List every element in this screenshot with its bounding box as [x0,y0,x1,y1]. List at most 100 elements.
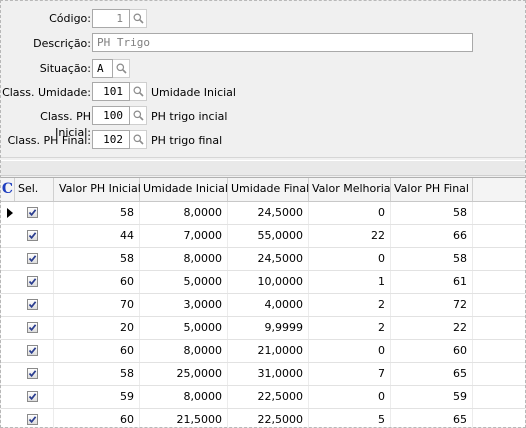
table-row[interactable]: 58 25,0000 31,0000 7 65 [1,363,525,386]
select-checkbox[interactable] [27,253,38,264]
checkmark-icon [28,209,37,217]
cell-umidade-final[interactable]: 24,5000 [228,202,309,224]
cell-umidade-inicial[interactable]: 7,0000 [140,225,228,247]
table-row[interactable]: 44 7,0000 55,0000 22 66 [1,225,525,248]
class-umidade-description: Umidade Inicial [151,86,236,99]
column-header-valor-ph-final[interactable]: Valor PH Final [391,178,473,201]
cell-valor-ph-final[interactable]: 66 [391,225,473,247]
column-header-valor-ph-inicial[interactable]: Valor PH Inicial [54,178,141,201]
table-row[interactable]: 20 5,0000 9,9999 2 22 [1,317,525,340]
class-umidade-field[interactable]: 101 [92,82,130,101]
cell-umidade-inicial[interactable]: 8,0000 [140,386,228,408]
situacao-lookup-button[interactable] [113,59,130,78]
cell-umidade-final[interactable]: 10,0000 [228,271,309,293]
cell-umidade-inicial[interactable]: 8,0000 [140,248,228,270]
select-checkbox[interactable] [27,207,38,218]
cell-valor-ph-final[interactable]: 72 [391,294,473,316]
cell-umidade-final[interactable]: 31,0000 [228,363,309,385]
class-ph-inicial-lookup-button[interactable] [130,106,147,125]
cell-umidade-inicial[interactable]: 5,0000 [140,271,228,293]
codigo-lookup-button[interactable] [130,9,147,28]
cell-valor-melhoria[interactable]: 2 [309,317,391,339]
cell-valor-melhoria[interactable]: 0 [309,248,391,270]
cell-valor-ph-final[interactable]: 58 [391,202,473,224]
grid-corner-icon[interactable]: C [1,178,15,201]
select-checkbox[interactable] [27,299,38,310]
column-header-umidade-inicial[interactable]: Umidade Inicial [140,178,228,201]
cell-valor-ph-inicial[interactable]: 58 [54,202,140,224]
select-checkbox[interactable] [27,414,38,425]
cell-umidade-inicial[interactable]: 21,5000 [140,409,228,427]
splitter-bar[interactable] [1,160,525,176]
cell-valor-ph-inicial[interactable]: 59 [54,386,140,408]
class-umidade-lookup-button[interactable] [130,82,147,101]
select-checkbox[interactable] [27,276,38,287]
cell-valor-melhoria[interactable]: 0 [309,202,391,224]
class-ph-inicial-field[interactable]: 100 [92,106,130,125]
descricao-label: Descrição: [33,37,91,50]
search-icon [133,110,144,121]
situacao-field[interactable]: A [92,59,113,78]
table-row[interactable]: 58 8,0000 24,5000 0 58 [1,202,525,225]
cell-umidade-inicial[interactable]: 8,0000 [140,340,228,362]
table-row[interactable]: 60 8,0000 21,0000 0 60 [1,340,525,363]
column-header-umidade-final[interactable]: Umidade Final [228,178,309,201]
cell-valor-ph-inicial[interactable]: 60 [54,340,140,362]
cell-umidade-inicial[interactable]: 5,0000 [140,317,228,339]
select-checkbox[interactable] [27,368,38,379]
cell-valor-ph-inicial[interactable]: 60 [54,409,140,427]
cell-valor-melhoria[interactable]: 1 [309,271,391,293]
checkmark-icon [28,278,37,286]
cell-valor-melhoria[interactable]: 7 [309,363,391,385]
column-header-valor-melhoria[interactable]: Valor Melhoria [309,178,391,201]
cell-valor-melhoria[interactable]: 5 [309,409,391,427]
cell-valor-melhoria[interactable]: 0 [309,340,391,362]
cell-valor-ph-final[interactable]: 65 [391,363,473,385]
cell-umidade-final[interactable]: 22,5000 [228,409,309,427]
codigo-field[interactable]: 1 [92,9,130,28]
cell-valor-ph-inicial[interactable]: 20 [54,317,140,339]
cell-valor-melhoria[interactable]: 2 [309,294,391,316]
cell-valor-melhoria[interactable]: 22 [309,225,391,247]
search-icon [116,63,127,74]
table-row[interactable]: 60 5,0000 10,0000 1 61 [1,271,525,294]
search-icon [133,86,144,97]
cell-valor-ph-inicial[interactable]: 60 [54,271,140,293]
cell-umidade-inicial[interactable]: 25,0000 [140,363,228,385]
cell-umidade-final[interactable]: 21,0000 [228,340,309,362]
situacao-label: Situação: [39,62,91,75]
cell-valor-melhoria[interactable]: 0 [309,386,391,408]
cell-valor-ph-inicial[interactable]: 70 [54,294,140,316]
select-checkbox[interactable] [27,230,38,241]
cell-valor-ph-final[interactable]: 59 [391,386,473,408]
cell-valor-ph-final[interactable]: 61 [391,271,473,293]
cell-valor-ph-inicial[interactable]: 58 [54,363,140,385]
cell-umidade-inicial[interactable]: 3,0000 [140,294,228,316]
cell-valor-ph-inicial[interactable]: 58 [54,248,140,270]
select-checkbox[interactable] [27,345,38,356]
cell-umidade-final[interactable]: 9,9999 [228,317,309,339]
codigo-label: Código: [49,12,91,25]
column-header-sel[interactable]: Sel. [15,178,54,201]
cell-valor-ph-final[interactable]: 65 [391,409,473,427]
cell-valor-ph-final[interactable]: 60 [391,340,473,362]
cell-umidade-inicial[interactable]: 8,0000 [140,202,228,224]
table-row[interactable]: 70 3,0000 4,0000 2 72 [1,294,525,317]
class-ph-final-field[interactable]: 102 [92,130,130,149]
select-checkbox[interactable] [27,322,38,333]
cell-valor-ph-final[interactable]: 58 [391,248,473,270]
cell-umidade-final[interactable]: 55,0000 [228,225,309,247]
descricao-field[interactable]: PH Trigo [92,33,473,52]
cell-umidade-final[interactable]: 24,5000 [228,248,309,270]
table-row[interactable]: 59 8,0000 22,5000 0 59 [1,386,525,409]
table-row[interactable]: 58 8,0000 24,5000 0 58 [1,248,525,271]
checkmark-icon [28,324,37,332]
class-ph-final-label: Class. PH Final: [7,134,91,147]
table-row[interactable]: 60 21,5000 22,5000 5 65 [1,409,525,427]
cell-umidade-final[interactable]: 22,5000 [228,386,309,408]
cell-valor-ph-final[interactable]: 22 [391,317,473,339]
select-checkbox[interactable] [27,391,38,402]
class-ph-final-lookup-button[interactable] [130,130,147,149]
cell-umidade-final[interactable]: 4,0000 [228,294,309,316]
cell-valor-ph-inicial[interactable]: 44 [54,225,140,247]
